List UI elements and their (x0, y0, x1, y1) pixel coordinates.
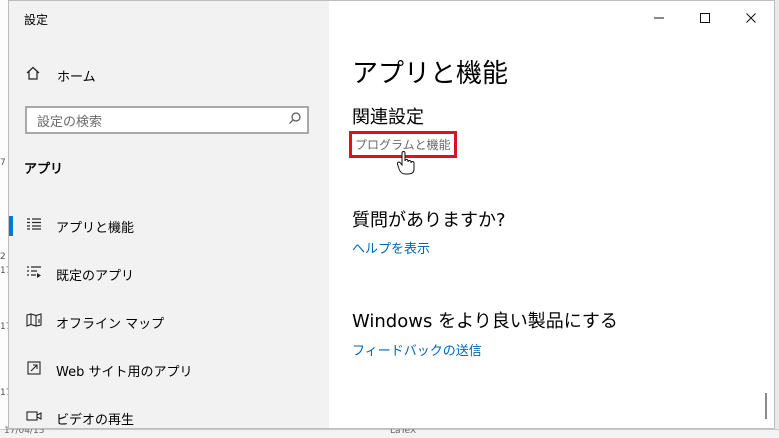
sidebar-item-video-playback[interactable]: ビデオの再生 (9, 401, 329, 428)
apps-features-icon (25, 218, 43, 234)
sidebar-item-offline-maps[interactable]: オフライン マップ (9, 305, 329, 339)
sidebar-item-apps-and-features[interactable]: アプリと機能 (9, 209, 329, 243)
question-heading: 質問がありますか? (352, 210, 506, 231)
background-window-left-edge: 7 2 17 17 17 (0, 0, 11, 437)
home-label: ホーム (57, 69, 96, 85)
close-button[interactable] (728, 1, 774, 35)
sidebar-item-label: ビデオの再生 (56, 412, 135, 428)
sidebar-item-default-apps[interactable]: 既定のアプリ (9, 257, 329, 291)
window-title: 設定 (24, 13, 49, 27)
apps-for-websites-icon (25, 361, 43, 379)
settings-window: 設定 ホーム 設定の検索 アプリ アプリと機能 既定のアプリ オフライン マップ… (8, 0, 775, 429)
offline-maps-icon (25, 313, 43, 331)
scrollbar-thumb[interactable] (765, 393, 767, 419)
search-placeholder: 設定の検索 (37, 114, 103, 130)
sidebar-item-label: Web サイト用のアプリ (56, 364, 193, 380)
sidebar-home-link[interactable]: ホーム (23, 63, 96, 87)
main-content: アプリと機能 関連設定 プログラムと機能 質問がありますか? ヘルプを表示 Wi… (329, 1, 774, 428)
close-icon (746, 13, 756, 23)
sidebar-section-heading: アプリ (24, 162, 64, 177)
sidebar-item-label: 既定のアプリ (56, 268, 135, 284)
hand-cursor-icon (396, 151, 415, 181)
send-feedback-link[interactable]: フィードバックの送信 (352, 340, 482, 359)
maximize-icon (700, 13, 710, 23)
selection-indicator (9, 216, 13, 236)
sidebar-item-apps-for-websites[interactable]: Web サイト用のアプリ (9, 353, 329, 387)
search-icon[interactable] (283, 111, 307, 129)
related-settings-heading: 関連設定 (352, 107, 424, 128)
page-title: アプリと機能 (352, 59, 509, 89)
sidebar: 設定 ホーム 設定の検索 アプリ アプリと機能 既定のアプリ オフライン マップ… (9, 1, 329, 428)
home-icon (23, 66, 43, 84)
background-fragment: 2 (0, 252, 6, 262)
minimize-icon (654, 17, 664, 19)
background-fragment: 7 (0, 158, 6, 168)
sidebar-item-label: オフライン マップ (56, 316, 165, 332)
maximize-button[interactable] (682, 1, 728, 35)
get-help-link[interactable]: ヘルプを表示 (352, 238, 430, 257)
video-playback-icon (25, 410, 43, 426)
minimize-button[interactable] (636, 1, 682, 35)
sidebar-item-label: アプリと機能 (56, 220, 135, 236)
default-apps-icon (25, 266, 43, 282)
settings-search-box[interactable]: 設定の検索 (25, 106, 309, 134)
improve-windows-heading: Windows をより良い製品にする (352, 311, 618, 332)
